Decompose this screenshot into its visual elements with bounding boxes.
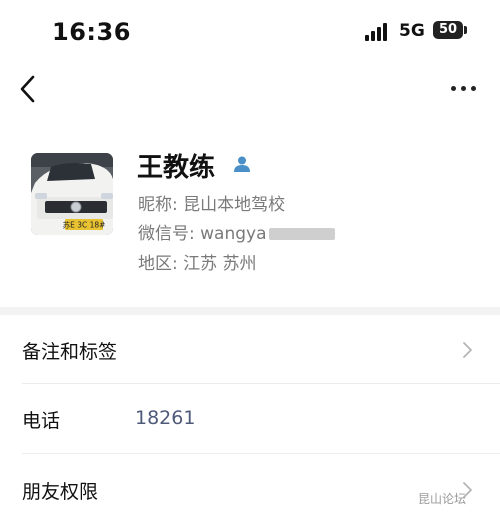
user-verified-icon: [234, 156, 250, 172]
row-phone[interactable]: 电话 18261: [0, 384, 500, 452]
status-bar: 16:36 5G 50: [0, 0, 500, 60]
avatar-car-image: 苏E 3C 18#: [31, 153, 113, 235]
row-friend-permissions[interactable]: 朋友权限: [0, 455, 500, 523]
row-label-phone: 电话: [22, 410, 61, 432]
contact-name: 王教练: [137, 153, 216, 183]
nickname-label: 昵称:: [138, 195, 178, 215]
region-value: 江苏 苏州: [183, 254, 257, 274]
avatar-plate-text: 苏E 3C 18#: [63, 220, 106, 230]
watermark-text: 昆山论坛: [418, 492, 467, 506]
row-label-remarks: 备注和标签: [22, 341, 118, 363]
chevron-right-icon: [463, 342, 472, 358]
nickname-line: 昵称: 昆山本地驾校: [138, 190, 285, 215]
section-divider: [0, 307, 500, 315]
row-divider: [22, 453, 500, 454]
network-type: 5G: [399, 21, 425, 41]
signal-icon: [365, 23, 393, 41]
region-line: 地区: 江苏 苏州: [138, 249, 257, 274]
back-button[interactable]: [14, 72, 44, 106]
wechat-id-value: wangya: [200, 224, 267, 244]
wechat-id-line[interactable]: 微信号: wangya: [138, 219, 335, 244]
battery-icon: 50: [433, 21, 463, 39]
nickname-value: 昆山本地驾校: [183, 195, 286, 215]
more-button[interactable]: [448, 78, 480, 98]
avatar[interactable]: 苏E 3C 18#: [31, 153, 113, 235]
wechat-id-label: 微信号:: [138, 224, 195, 244]
battery-tip: [464, 26, 467, 34]
wechat-id-mask: [268, 228, 335, 240]
phone-number[interactable]: 18261: [135, 407, 195, 429]
status-time: 16:36: [52, 18, 131, 46]
row-remarks-and-tags[interactable]: 备注和标签: [0, 315, 500, 383]
chevron-left-icon: [20, 75, 35, 103]
region-label: 地区:: [138, 254, 178, 274]
battery-level: 50: [438, 22, 458, 37]
row-label-permissions: 朋友权限: [22, 481, 99, 503]
